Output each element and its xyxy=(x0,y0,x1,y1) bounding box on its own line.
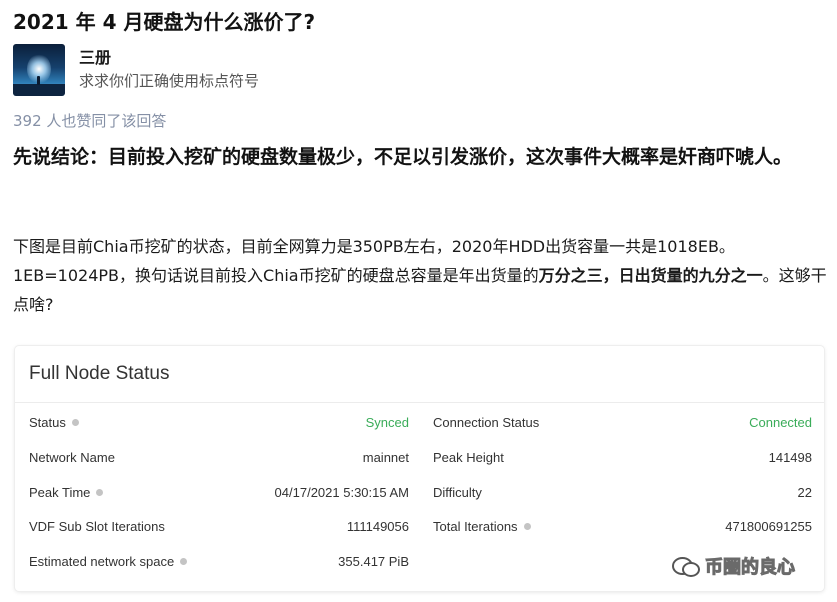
network-space-label: Estimated network space xyxy=(29,554,175,569)
voters-count[interactable]: 392 人也赞同了该回答 xyxy=(13,110,166,131)
peak-time-value: 04/17/2021 5:30:15 AM xyxy=(274,485,409,500)
para-comma: ， xyxy=(602,266,619,285)
difficulty-label: Difficulty xyxy=(433,485,482,500)
watermark-text: 币圈的良心 xyxy=(705,557,796,579)
info-icon[interactable] xyxy=(71,419,79,426)
status-row-connection: Connection Status Connected xyxy=(433,415,812,435)
total-iterations-label: Total Iterations xyxy=(433,519,518,534)
status-row-total-iterations: Total Iterations 471800691255 xyxy=(433,519,812,539)
author-name[interactable]: 三册 xyxy=(79,44,111,68)
vdf-value: 111149056 xyxy=(346,519,409,534)
status-row-peak-time: Peak Time 04/17/2021 5:30:15 AM xyxy=(29,485,409,505)
status-row-network-space: Estimated network space 355.417 PiB xyxy=(29,554,409,574)
status-row-difficulty: Difficulty 22 xyxy=(433,485,812,505)
author-bio: 求求你们正确使用标点符号 xyxy=(79,72,260,90)
question-title[interactable]: 2021 年 4 月硬盘为什么涨价了? xyxy=(13,6,315,35)
para-bold-b: 日出货量的九分之一 xyxy=(618,266,763,285)
answer-lead: 先说结论：目前投入挖矿的硬盘数量极少，不足以引发涨价，这次事件大概率是奸商吓唬人… xyxy=(13,146,793,168)
card-divider xyxy=(15,402,824,403)
status-value: Synced xyxy=(365,415,409,430)
info-icon[interactable] xyxy=(96,489,104,496)
avatar-figure xyxy=(37,76,40,85)
total-iterations-value: 471800691255 xyxy=(725,519,812,534)
status-row-network-name: Network Name mainnet xyxy=(29,450,409,470)
status-row-vdf: VDF Sub Slot Iterations 111149056 xyxy=(29,519,409,539)
peak-height-value: 141498 xyxy=(768,450,812,465)
para-bold-a: 万分之三 xyxy=(538,266,603,285)
info-icon[interactable] xyxy=(523,523,531,530)
answer-paragraph: 下图是目前Chia币挖矿的状态，目前全网算力是350PB左右，2020年HDD出… xyxy=(13,232,831,319)
info-icon[interactable] xyxy=(180,558,188,565)
vdf-label: VDF Sub Slot Iterations xyxy=(29,519,165,534)
difficulty-value: 22 xyxy=(797,485,812,500)
wechat-icon xyxy=(672,554,700,578)
peak-height-label: Peak Height xyxy=(433,450,504,465)
author-avatar[interactable] xyxy=(13,44,65,96)
card-title: Full Node Status xyxy=(29,363,170,384)
avatar-ground xyxy=(13,84,65,96)
status-row-status: Status Synced xyxy=(29,415,409,435)
network-space-value: 355.417 PiB xyxy=(338,554,409,569)
connection-label: Connection Status xyxy=(433,415,540,430)
peak-time-label: Peak Time xyxy=(29,485,91,500)
network-name-label: Network Name xyxy=(29,450,115,465)
status-row-peak-height: Peak Height 141498 xyxy=(433,450,812,470)
network-name-value: mainnet xyxy=(362,450,409,465)
connection-value: Connected xyxy=(749,415,812,430)
watermark: 币圈的良心 xyxy=(672,552,796,580)
status-label: Status xyxy=(29,415,66,430)
